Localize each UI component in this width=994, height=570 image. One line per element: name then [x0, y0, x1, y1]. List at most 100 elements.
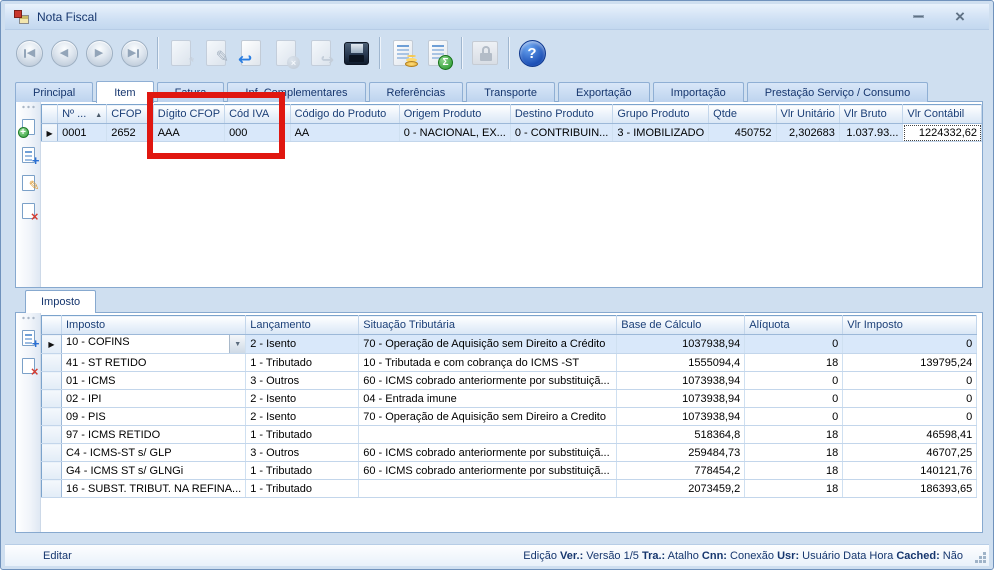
- cell-base-de-c-lculo[interactable]: 1555094,4: [617, 354, 745, 372]
- tab-importa-o[interactable]: Importação: [653, 82, 744, 102]
- column-header-imposto[interactable]: Imposto: [62, 316, 246, 335]
- cell-imposto[interactable]: 09 - PIS: [62, 408, 246, 426]
- insert-row-button[interactable]: +: [17, 143, 39, 167]
- column-header-c-digo-do-produto[interactable]: Código do Produto: [290, 105, 399, 124]
- cell-imposto[interactable]: G4 - ICMS ST s/ GLNGi: [62, 462, 246, 480]
- cell-al-quota[interactable]: 18: [745, 462, 843, 480]
- tab-fatura[interactable]: Fatura: [157, 82, 225, 102]
- cell-lan-amento[interactable]: 2 - Isento: [246, 390, 359, 408]
- column-header-base-de-c-lculo[interactable]: Base de Cálculo: [617, 316, 745, 335]
- cell-vlr-imposto[interactable]: 0: [843, 390, 977, 408]
- cell-vlr-imposto[interactable]: 139795,24: [843, 354, 977, 372]
- tool-strip-grip[interactable]: [21, 105, 35, 109]
- cell-imposto[interactable]: C4 - ICMS-ST s/ GLP: [62, 444, 246, 462]
- cell-al-quota[interactable]: 0: [745, 335, 843, 354]
- tab-item[interactable]: Item: [96, 81, 153, 103]
- cell-cfop[interactable]: 2652: [107, 124, 154, 142]
- column-header-destino-produto[interactable]: Destino Produto: [510, 105, 613, 124]
- column-header-lan-amento[interactable]: Lançamento: [246, 316, 359, 335]
- tab-transporte[interactable]: Transporte: [466, 82, 555, 102]
- cell-base-de-c-lculo[interactable]: 1073938,94: [617, 390, 745, 408]
- cell-vlr-bruto[interactable]: 1.037.93...: [839, 124, 902, 142]
- tab-exporta-o[interactable]: Exportação: [558, 82, 650, 102]
- column-header-vlr-bruto[interactable]: Vlr Bruto: [839, 105, 902, 124]
- cell-vlr-unit-rio[interactable]: 2,302683: [776, 124, 839, 142]
- cell-situa-o-tribut-ria[interactable]: 04 - Entrada imune: [359, 390, 617, 408]
- column-header-vlr-cont-bil[interactable]: Vlr Contábil: [903, 105, 982, 124]
- close-button[interactable]: [947, 7, 973, 25]
- column-header-c-d-iva[interactable]: Cód IVA: [225, 105, 291, 124]
- add-record-button[interactable]: +: [17, 115, 39, 139]
- cell-base-de-c-lculo[interactable]: 518364,8: [617, 426, 745, 444]
- cell-lan-amento[interactable]: 1 - Tributado: [246, 354, 359, 372]
- column-header-cfop[interactable]: CFOP: [107, 105, 154, 124]
- help-button[interactable]: ?: [516, 35, 548, 71]
- cell-c-digo-do-produto[interactable]: AA: [290, 124, 399, 142]
- cell-al-quota[interactable]: 0: [745, 372, 843, 390]
- financial-report-button[interactable]: [387, 35, 419, 71]
- cell-al-quota[interactable]: 0: [745, 408, 843, 426]
- cell-imposto[interactable]: 02 - IPI: [62, 390, 246, 408]
- cell-lan-amento[interactable]: 1 - Tributado: [246, 426, 359, 444]
- cell-c-d-iva[interactable]: 000: [225, 124, 291, 142]
- cell-vlr-imposto[interactable]: 46707,25: [843, 444, 977, 462]
- cell-base-de-c-lculo[interactable]: 1073938,94: [617, 408, 745, 426]
- cell-base-de-c-lculo[interactable]: 2073459,2: [617, 480, 745, 498]
- tab-principal[interactable]: Principal: [15, 82, 93, 102]
- undo-button[interactable]: ↩: [235, 35, 267, 71]
- cell-vlr-imposto[interactable]: 140121,76: [843, 462, 977, 480]
- cell-situa-o-tribut-ria[interactable]: 10 - Tributada e com cobrança do ICMS -S…: [359, 354, 617, 372]
- column-header-d-gito-cfop[interactable]: Dígito CFOP: [153, 105, 224, 124]
- cell-base-de-c-lculo[interactable]: 1037938,94: [617, 335, 745, 354]
- cell-situa-o-tribut-ria[interactable]: 70 - Operação de Aquisição sem Direiro a…: [359, 408, 617, 426]
- resize-grip[interactable]: [983, 560, 986, 563]
- column-header-grupo-produto[interactable]: Grupo Produto: [613, 105, 709, 124]
- cell-lan-amento[interactable]: 1 - Tributado: [246, 480, 359, 498]
- cell-vlr-imposto[interactable]: 0: [843, 335, 977, 354]
- cell-al-quota[interactable]: 18: [745, 354, 843, 372]
- cell-destino-produto[interactable]: 0 - CONTRIBUIN...: [510, 124, 613, 142]
- cell-lan-amento[interactable]: 2 - Isento: [246, 335, 359, 354]
- column-header-origem-produto[interactable]: Origem Produto: [399, 105, 510, 124]
- cell-lan-amento[interactable]: 3 - Outros: [246, 444, 359, 462]
- cell-situa-o-tribut-ria[interactable]: [359, 426, 617, 444]
- cell-imposto[interactable]: 97 - ICMS RETIDO: [62, 426, 246, 444]
- nav-last-button[interactable]: ▶: [118, 35, 150, 71]
- edit-record-button[interactable]: ✎: [17, 171, 39, 195]
- nav-previous-button[interactable]: ◀: [48, 35, 80, 71]
- cell-al-quota[interactable]: 18: [745, 480, 843, 498]
- combobox-dropdown-icon[interactable]: [229, 335, 245, 353]
- minimize-button[interactable]: [905, 7, 931, 25]
- cell-vlr-imposto[interactable]: 186393,65: [843, 480, 977, 498]
- cell-al-quota[interactable]: 18: [745, 444, 843, 462]
- tab-presta-o-servi-o-consumo[interactable]: Prestação Serviço / Consumo: [747, 82, 929, 102]
- cell-situa-o-tribut-ria[interactable]: [359, 480, 617, 498]
- totals-report-button[interactable]: Σ: [422, 35, 454, 71]
- insert-row-button[interactable]: +: [17, 326, 39, 350]
- cell-base-de-c-lculo[interactable]: 259484,73: [617, 444, 745, 462]
- save-button[interactable]: [340, 35, 372, 71]
- cell-al-quota[interactable]: 0: [745, 390, 843, 408]
- column-header-al-quota[interactable]: Alíquota: [745, 316, 843, 335]
- cell-vlr-imposto[interactable]: 0: [843, 408, 977, 426]
- tab-inf-complementares[interactable]: Inf. Complementares: [227, 82, 365, 102]
- cell-situa-o-tribut-ria[interactable]: 60 - ICMS cobrado anteriormente por subs…: [359, 462, 617, 480]
- cell-imposto[interactable]: 41 - ST RETIDO: [62, 354, 246, 372]
- column-header-n[interactable]: Nº ...: [58, 105, 107, 124]
- tool-strip-grip[interactable]: [21, 316, 35, 320]
- cell-vlr-imposto[interactable]: 46598,41: [843, 426, 977, 444]
- cell-situa-o-tribut-ria[interactable]: 70 - Operação de Aquisição sem Direito a…: [359, 335, 617, 354]
- cell-imposto[interactable]: 16 - SUBST. TRIBUT. NA REFINA...: [62, 480, 246, 498]
- cell-base-de-c-lculo[interactable]: 778454,2: [617, 462, 745, 480]
- cell-grupo-produto[interactable]: 3 - IMOBILIZADO: [613, 124, 709, 142]
- tab-imposto[interactable]: Imposto: [25, 290, 96, 313]
- delete-record-button[interactable]: ×: [17, 199, 39, 223]
- nav-first-button[interactable]: ◀: [13, 35, 45, 71]
- cell-lan-amento[interactable]: 1 - Tributado: [246, 462, 359, 480]
- imposto-combobox[interactable]: 10 - COFINS: [62, 335, 245, 353]
- cell-situa-o-tribut-ria[interactable]: 60 - ICMS cobrado anteriormente por subs…: [359, 372, 617, 390]
- cell-al-quota[interactable]: 18: [745, 426, 843, 444]
- column-header-situa-o-tribut-ria[interactable]: Situação Tributária: [359, 316, 617, 335]
- cell-situa-o-tribut-ria[interactable]: 60 - ICMS cobrado anteriormente por subs…: [359, 444, 617, 462]
- cell-base-de-c-lculo[interactable]: 1073938,94: [617, 372, 745, 390]
